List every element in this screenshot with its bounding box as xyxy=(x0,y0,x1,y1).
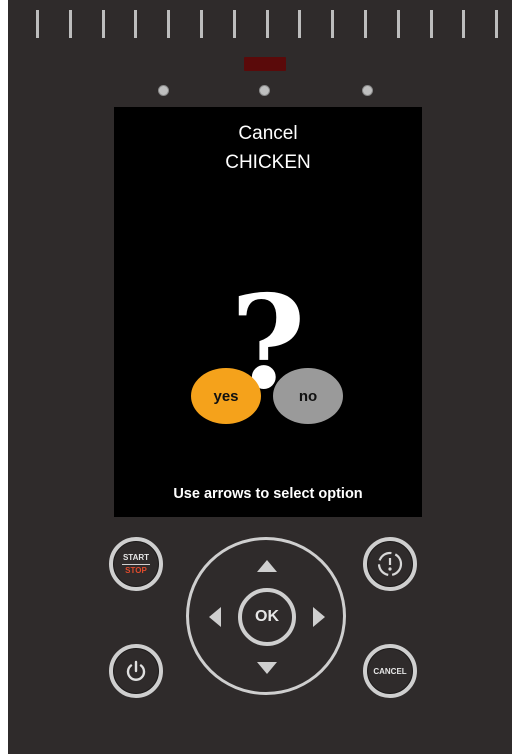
vent-tick xyxy=(429,10,433,38)
vent-tick xyxy=(364,10,367,38)
arrow-right-icon[interactable] xyxy=(313,607,325,627)
vent-tick xyxy=(200,10,203,38)
vent-tick xyxy=(265,10,269,38)
display-screen: Cancel CHICKEN ? yes no Use arrows to se… xyxy=(114,107,422,517)
status-led xyxy=(244,57,286,71)
vent-tick xyxy=(298,10,302,38)
ok-button[interactable]: OK xyxy=(238,588,296,646)
yes-button[interactable]: yes xyxy=(191,368,261,424)
start-stop-divider xyxy=(122,563,150,565)
power-button[interactable] xyxy=(109,644,163,698)
indicator-dot-left xyxy=(158,85,169,96)
vent-tick xyxy=(36,10,39,38)
vent-tick xyxy=(134,10,138,38)
hint-text: Use arrows to select option xyxy=(173,486,363,502)
direction-pad: OK xyxy=(186,537,346,695)
start-stop-button[interactable]: START STOP xyxy=(109,537,163,591)
indicator-dot-center xyxy=(259,85,270,96)
vent-ticks xyxy=(8,0,512,40)
arrow-up-icon[interactable] xyxy=(257,560,277,572)
arrow-left-icon[interactable] xyxy=(209,607,221,627)
vent-tick xyxy=(331,10,335,38)
power-icon xyxy=(124,659,148,683)
vent-tick xyxy=(462,10,466,38)
refresh-button[interactable] xyxy=(363,537,417,591)
vent-tick xyxy=(495,10,499,38)
no-button[interactable]: no xyxy=(273,368,343,424)
vent-tick xyxy=(68,10,72,38)
stop-label: STOP xyxy=(125,565,147,575)
arrow-down-icon[interactable] xyxy=(257,662,277,674)
cancel-button[interactable]: CANCEL xyxy=(363,644,417,698)
vent-tick xyxy=(232,10,236,38)
start-label: START xyxy=(122,552,150,562)
refresh-cycle-icon xyxy=(375,549,405,579)
appliance-control-panel: Cancel CHICKEN ? yes no Use arrows to se… xyxy=(8,0,512,754)
vent-tick xyxy=(101,10,105,38)
vent-tick xyxy=(396,10,400,38)
question-mark-icon: ? xyxy=(230,268,306,418)
dialog-title: Cancel xyxy=(238,123,298,144)
indicator-dot-right xyxy=(362,85,373,96)
vent-tick xyxy=(167,10,171,38)
program-name: CHICKEN xyxy=(225,152,311,173)
